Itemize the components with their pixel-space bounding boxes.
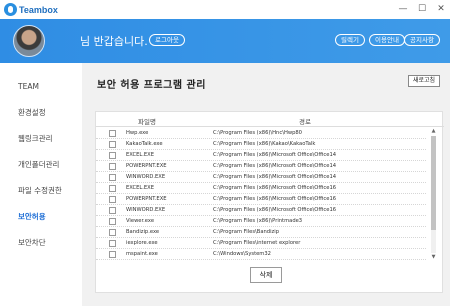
cell-filename: Viewer.exe xyxy=(126,218,155,224)
close-button[interactable]: ✕ xyxy=(436,3,446,15)
header-bar: 님 반갑습니다. 로그아웃 릴렉기 이용안내 공지사항 xyxy=(0,19,450,63)
column-header-path: 경로 xyxy=(299,118,311,126)
row-checkbox[interactable] xyxy=(109,196,116,203)
logout-button[interactable]: 로그아웃 xyxy=(149,34,185,46)
row-checkbox[interactable] xyxy=(109,207,116,214)
cell-path: C:\Program Files (x86)\Microsoft Office\… xyxy=(213,185,337,191)
delete-button[interactable]: 삭제 xyxy=(250,267,282,283)
table-row[interactable]: Hwp.exe C:\Program Files (x86)\Hnc\Hwp80 xyxy=(96,128,426,139)
minimize-button[interactable]: — xyxy=(398,3,408,15)
sidebar-item-security-block[interactable]: 보안차단 xyxy=(18,237,46,248)
cell-path: C:\Program Files (x86)\Microsoft Office\… xyxy=(213,163,337,169)
page-title: 보안 허용 프로그램 관리 xyxy=(97,80,206,91)
greeting-text: 님 반갑습니다. xyxy=(80,35,148,48)
table-row[interactable]: EXCEL.EXE C:\Program Files (x86)\Microso… xyxy=(96,150,426,161)
cell-path: C:\Program Files\Bandizip xyxy=(213,229,279,235)
cell-filename: WINWORD.EXE xyxy=(126,174,166,180)
table-row[interactable]: WINWORD.EXE C:\Program Files (x86)\Micro… xyxy=(96,172,426,183)
cell-filename: WINWORD.EXE xyxy=(126,207,166,213)
sidebar-item-settings[interactable]: 환경설정 xyxy=(18,107,46,118)
notice-button[interactable]: 공지사항 xyxy=(404,34,440,46)
maximize-button[interactable]: ☐ xyxy=(417,3,427,15)
cell-filename: Hwp.exe xyxy=(126,130,149,136)
row-checkbox[interactable] xyxy=(109,163,116,170)
cell-path: C:\Program Files (x86)\Printmade3 xyxy=(213,218,303,224)
sidebar: TEAM 환경설정 웹링크관리 개인폴더관리 파일 수정권한 보안허용 보안차단 xyxy=(0,63,82,306)
sidebar-item-personal-folder[interactable]: 개인폴더관리 xyxy=(18,159,59,170)
vertical-scrollbar[interactable]: ▲ ▼ xyxy=(429,128,438,261)
row-checkbox[interactable] xyxy=(109,218,116,225)
table-row[interactable]: POWERPNT.EXE C:\Program Files (x86)\Micr… xyxy=(96,194,426,205)
cell-filename: iexplore.exe xyxy=(126,240,158,246)
cell-path: C:\Program Files (x86)\Microsoft Office\… xyxy=(213,174,337,180)
table-row[interactable]: POWERPNT.EXE C:\Program Files (x86)\Micr… xyxy=(96,161,426,172)
scroll-down-arrow-icon[interactable]: ▼ xyxy=(429,254,438,261)
cell-path: C:\Program Files (x86)\Hnc\Hwp80 xyxy=(213,130,302,136)
app-window: Teambox — ☐ ✕ 님 반갑습니다. 로그아웃 릴렉기 이용안내 공지사… xyxy=(0,0,450,306)
row-checkbox[interactable] xyxy=(109,185,116,192)
main-content: 보안 허용 프로그램 관리 새로고침 파일명 경로 Hwp.exe C:\Pro… xyxy=(82,63,450,306)
table-row[interactable]: iexplore.exe C:\Program Files\internet e… xyxy=(96,238,426,249)
cell-path: C:\Program Files (x86)\Microsoft Office\… xyxy=(213,196,337,202)
refresh-button[interactable]: 새로고침 xyxy=(408,75,440,87)
cell-path: C:\Program Files (x86)\Microsoft Office\… xyxy=(213,152,337,158)
title-bar: Teambox — ☐ ✕ xyxy=(0,0,450,19)
table-row[interactable]: KakaoTalk.exe C:\Program Files (x86)\Kak… xyxy=(96,139,426,150)
window-controls: — ☐ ✕ xyxy=(398,3,446,15)
cell-path: C:\Program Files\internet explorer xyxy=(213,240,301,246)
row-checkbox[interactable] xyxy=(109,130,116,137)
cell-filename: mspaint.exe xyxy=(126,251,158,257)
row-checkbox[interactable] xyxy=(109,251,116,258)
cell-path: C:\Program Files (x86)\Kakao\KakaoTalk xyxy=(213,141,316,147)
cell-filename: POWERPNT.EXE xyxy=(126,163,167,169)
sidebar-item-weblink[interactable]: 웹링크관리 xyxy=(18,133,53,144)
cell-path: C:\Program Files (x86)\Microsoft Office\… xyxy=(213,207,337,213)
column-header-filename: 파일명 xyxy=(138,118,156,126)
table-body: Hwp.exe C:\Program Files (x86)\Hnc\Hwp80… xyxy=(96,128,426,261)
sidebar-item-team[interactable]: TEAM xyxy=(18,82,39,91)
sidebar-item-file-permission[interactable]: 파일 수정권한 xyxy=(18,185,62,196)
cell-path: C:\Windows\System32 xyxy=(213,251,271,257)
row-checkbox[interactable] xyxy=(109,240,116,247)
row-checkbox[interactable] xyxy=(109,141,116,148)
avatar xyxy=(13,25,45,57)
scroll-up-arrow-icon[interactable]: ▲ xyxy=(429,128,438,135)
cell-filename: POWERPNT.EXE xyxy=(126,196,167,202)
cell-filename: EXCEL.EXE xyxy=(126,152,155,158)
cell-filename: Bandizip.exe xyxy=(126,229,160,235)
table-row[interactable]: mspaint.exe C:\Windows\System32 xyxy=(96,249,426,260)
cell-filename: KakaoTalk.exe xyxy=(126,141,163,147)
table-header: 파일명 경로 xyxy=(96,112,444,127)
manual-button[interactable]: 릴렉기 xyxy=(335,34,365,46)
table-row[interactable]: Bandizip.exe C:\Program Files\Bandizip xyxy=(96,227,426,238)
row-checkbox[interactable] xyxy=(109,229,116,236)
usage-guide-button[interactable]: 이용안내 xyxy=(369,34,405,46)
app-name: Teambox xyxy=(19,4,58,15)
teambox-logo-icon xyxy=(4,3,17,16)
row-checkbox[interactable] xyxy=(109,174,116,181)
program-table-panel: 파일명 경로 Hwp.exe C:\Program Files (x86)\Hn… xyxy=(95,111,444,293)
cell-filename: EXCEL.EXE xyxy=(126,185,155,191)
table-row[interactable]: EXCEL.EXE C:\Program Files (x86)\Microso… xyxy=(96,183,426,194)
sidebar-item-security-allow[interactable]: 보안허용 xyxy=(18,211,46,222)
row-checkbox[interactable] xyxy=(109,152,116,159)
table-row[interactable]: WINWORD.EXE C:\Program Files (x86)\Micro… xyxy=(96,205,426,216)
table-row[interactable]: Viewer.exe C:\Program Files (x86)\Printm… xyxy=(96,216,426,227)
scroll-thumb[interactable] xyxy=(431,136,436,230)
app-logo: Teambox xyxy=(4,3,58,16)
